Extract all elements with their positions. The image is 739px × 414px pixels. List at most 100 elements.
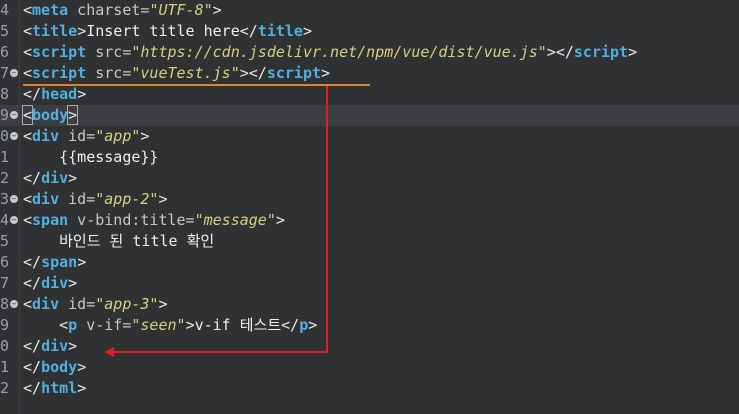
code-text: <p v-if="seen">v-if 테스트</p> — [23, 315, 317, 336]
line-number: 0 — [0, 337, 10, 355]
code-line: 4 − <span v-bind:title="message"> — [0, 210, 739, 231]
tag-bracket: > — [321, 64, 331, 82]
line-number: 7 — [0, 274, 10, 292]
code-line: 5 바인드 된 title 확인 — [0, 231, 739, 252]
tag-name: meta — [32, 1, 69, 19]
tag-name: body — [32, 106, 69, 124]
code-text: <div id="app-2"> — [23, 189, 168, 210]
fold-marker-icon[interactable]: − — [10, 216, 18, 224]
tag-bracket: </ — [23, 358, 42, 376]
tag-bracket: < — [23, 22, 33, 40]
tag-name: div — [41, 337, 69, 355]
attr-value: "app-3" — [95, 295, 159, 313]
tag-bracket: < — [23, 1, 33, 19]
attr-value: "message" — [194, 211, 276, 229]
code-text: </head> — [23, 84, 86, 105]
fold-marker-icon[interactable]: − — [10, 300, 18, 308]
code-text: <div id="app"> — [23, 126, 149, 147]
text-content: Insert title here — [86, 22, 240, 40]
attr-value: "app-2" — [95, 190, 159, 208]
tag-bracket: > — [275, 211, 285, 229]
text-content: v-if 테스트 — [194, 316, 282, 334]
tag-bracket: > — [158, 190, 168, 208]
tag-bracket: < — [21, 105, 34, 125]
tag-bracket: < — [59, 316, 69, 334]
fold-marker-icon[interactable]: − — [10, 69, 18, 77]
tag-bracket: > — [546, 43, 556, 61]
code-line: 0 </div> — [0, 336, 739, 357]
attr-name: v-if= — [77, 316, 132, 334]
line-number: 6 — [0, 253, 10, 271]
attr-value: "app" — [95, 127, 141, 145]
code-text: <title>Insert title here</title> — [23, 21, 312, 42]
tag-name: p — [68, 316, 78, 334]
tag-bracket: > — [140, 127, 150, 145]
tag-bracket: > — [77, 379, 87, 397]
code-text: </html> — [23, 378, 86, 399]
tag-name: html — [41, 379, 78, 397]
tag-name: head — [41, 85, 78, 103]
line-number: 2 — [0, 379, 10, 397]
tag-bracket: </ — [239, 22, 258, 40]
tag-name: title — [257, 22, 303, 40]
attr-name: id= — [59, 127, 96, 145]
tag-bracket: > — [628, 43, 638, 61]
tag-bracket: < — [23, 127, 33, 145]
tag-bracket: </ — [23, 337, 42, 355]
tag-bracket: </ — [23, 85, 42, 103]
text-caret — [77, 106, 79, 123]
tag-bracket: </ — [555, 43, 574, 61]
code-text: {{message}} — [23, 147, 158, 168]
line-number: 9 — [0, 316, 10, 334]
code-text: </div> — [23, 336, 77, 357]
code-line: 1 {{message}} — [0, 147, 739, 168]
text-content: {{message}} — [23, 148, 159, 166]
tag-name: script — [266, 64, 322, 82]
attr-name: v-bind:title= — [68, 211, 195, 229]
code-line: 0 − <div id="app"> — [0, 126, 739, 147]
tag-name: span — [41, 253, 78, 271]
tag-name: div — [41, 169, 69, 187]
tag-bracket: > — [158, 295, 168, 313]
code-text: <div id="app-3"> — [23, 294, 168, 315]
tag-bracket: > — [77, 358, 87, 376]
fold-marker-icon[interactable]: − — [10, 195, 18, 203]
code-editor[interactable]: 4 <meta charset="UTF-8"> 5 <title>Insert… — [0, 0, 739, 414]
text-content: 바인드 된 title 확인 — [23, 232, 215, 250]
code-line: 3 − <div id="app-2"> — [0, 189, 739, 210]
tag-name: div — [32, 127, 60, 145]
attr-value: "vueTest.js" — [131, 64, 240, 82]
tag-name: div — [32, 190, 60, 208]
code-line: 9 <p v-if="seen">v-if 테스트</p> — [0, 315, 739, 336]
attr-name: id= — [59, 190, 96, 208]
line-number: 5 — [0, 22, 10, 40]
tag-bracket: > — [77, 22, 87, 40]
code-text: </div> — [23, 168, 77, 189]
annotation-underline — [23, 84, 370, 86]
tag-bracket: < — [23, 190, 33, 208]
code-line: 2 </html> — [0, 378, 739, 399]
fold-marker-icon[interactable]: − — [10, 111, 18, 119]
tag-bracket: </ — [23, 169, 42, 187]
tag-name: div — [32, 295, 60, 313]
tag-bracket: > — [185, 316, 195, 334]
tag-name: p — [299, 316, 309, 334]
code-line: 6 </span> — [0, 252, 739, 273]
attr-value: "seen" — [131, 316, 186, 334]
tag-bracket: < — [23, 64, 33, 82]
tag-bracket: > — [67, 105, 79, 125]
tag-bracket: > — [308, 316, 318, 334]
tag-name: script — [32, 43, 87, 61]
code-text: <script src="https://cdn.jsdelivr.net/np… — [23, 42, 637, 63]
tag-name: script — [573, 43, 629, 61]
tag-bracket: > — [77, 253, 87, 271]
fold-marker-icon[interactable]: − — [10, 132, 18, 140]
code-text: </body> — [23, 357, 86, 378]
tag-bracket: > — [68, 169, 78, 187]
attr-value: "UTF-8" — [149, 1, 213, 19]
line-number: 1 — [0, 358, 10, 376]
tag-bracket: > — [68, 274, 78, 292]
line-number: 2 — [0, 169, 10, 187]
tag-bracket: </ — [281, 316, 300, 334]
